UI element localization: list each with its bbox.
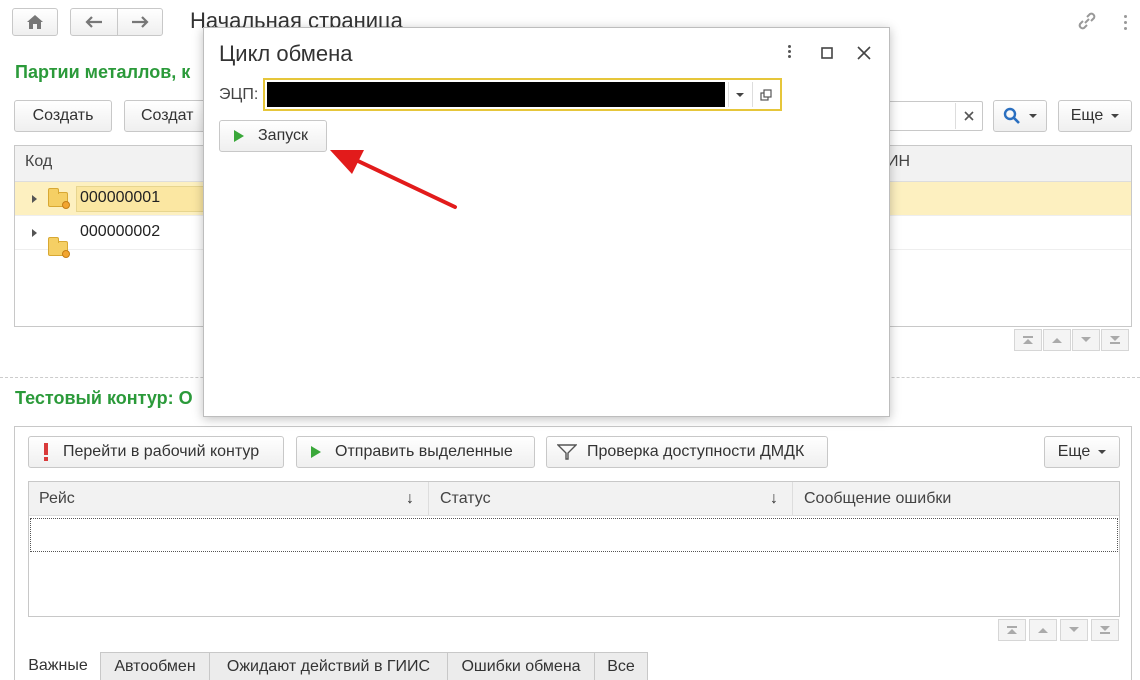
create-button[interactable]: Создать — [14, 100, 112, 132]
arrow-left-icon — [85, 16, 102, 28]
sort-down-icon: ↓ — [406, 490, 414, 507]
scroll-top-button[interactable] — [1014, 329, 1042, 351]
dialog-close-button[interactable] — [854, 43, 874, 63]
clear-icon — [963, 111, 974, 121]
chevron-down-icon — [1098, 450, 1107, 454]
table-row[interactable] — [30, 518, 1118, 552]
more-label-2: Еще — [1057, 443, 1091, 460]
expand-icon[interactable] — [32, 195, 37, 203]
scroll-up-button-2[interactable] — [1029, 619, 1057, 641]
play-icon — [311, 446, 321, 458]
column-header-status-label: Статус — [440, 490, 491, 507]
column-header-flight[interactable]: Рейс ↓ — [29, 482, 429, 516]
ecp-open-button[interactable] — [752, 82, 778, 107]
column-header-error[interactable]: Сообщение ошибки — [794, 482, 1119, 516]
scroll-bottom-button-2[interactable] — [1091, 619, 1119, 641]
ecp-label: ЭЦП: — [219, 86, 259, 103]
start-label: Запуск — [258, 127, 309, 144]
scroll-top-button-2[interactable] — [998, 619, 1026, 641]
scroll-down-button[interactable] — [1072, 329, 1100, 351]
scroll-bottom-icon — [1110, 336, 1120, 344]
close-icon — [857, 46, 871, 60]
arrow-right-icon — [132, 16, 149, 28]
chevron-down-icon — [735, 92, 744, 97]
scroll-down-icon — [1069, 627, 1079, 632]
send-selected-label: Отправить выделенные — [335, 443, 513, 460]
open-icon — [759, 88, 772, 101]
more-button-2[interactable]: Еще — [1044, 436, 1120, 468]
column-header-status[interactable]: Статус ↓ — [430, 482, 793, 516]
filter-icon — [557, 444, 577, 460]
scroll-up-button[interactable] — [1043, 329, 1071, 351]
folder-icon — [48, 188, 70, 209]
scroll-top-icon — [1007, 626, 1017, 634]
tab-exchange-errors[interactable]: Ошибки обмена — [447, 652, 595, 680]
ecp-value[interactable] — [267, 82, 725, 107]
send-selected-button[interactable]: Отправить выделенные — [296, 436, 535, 468]
create-group-button[interactable]: Создат — [124, 100, 214, 132]
column-header-right[interactable]: ИН — [887, 153, 910, 171]
scroll-up-icon — [1052, 338, 1062, 343]
ecp-dropdown-button[interactable] — [728, 82, 750, 107]
back-button[interactable] — [70, 8, 118, 36]
tab-all[interactable]: Все — [594, 652, 648, 680]
tab-autoexchange[interactable]: Автообмен — [100, 652, 210, 680]
dialog-title: Цикл обмена — [219, 41, 353, 66]
dialog-menu-button[interactable] — [782, 42, 796, 64]
row-code: 000000002 — [80, 223, 161, 240]
link-button[interactable] — [1076, 10, 1100, 34]
chevron-down-icon — [1111, 114, 1120, 118]
dialog-maximize-button[interactable] — [818, 44, 836, 62]
link-icon — [1078, 12, 1096, 30]
tab-awaiting-giis[interactable]: Ожидают действий в ГИИС — [209, 652, 448, 680]
kebab-icon — [1123, 14, 1127, 18]
more-label: Еще — [1070, 107, 1104, 124]
column-header-error-label: Сообщение ошибки — [804, 490, 952, 507]
folder-icon — [48, 237, 70, 258]
row-code: 000000001 — [80, 189, 161, 206]
column-header-flight-label: Рейс — [39, 490, 75, 507]
start-button[interactable]: Запуск — [219, 120, 327, 152]
sort-down-icon: ↓ — [770, 490, 778, 507]
column-header-code[interactable]: Код — [25, 153, 52, 171]
check-dmdk-label: Проверка доступности ДМДК — [587, 443, 805, 460]
scroll-up-icon — [1038, 628, 1048, 633]
section2-title: Тестовый контур: О — [15, 388, 193, 408]
scroll-bottom-button[interactable] — [1101, 329, 1129, 351]
forward-button[interactable] — [117, 8, 163, 36]
more-button[interactable]: Еще — [1058, 100, 1132, 132]
annotation-arrow — [330, 150, 457, 209]
main-menu-button[interactable] — [1118, 10, 1132, 34]
maximize-icon — [821, 47, 833, 59]
search-clear-button[interactable] — [955, 103, 981, 129]
goto-work-contour-button[interactable]: Перейти в рабочий контур — [28, 436, 284, 468]
home-button[interactable] — [12, 8, 58, 36]
home-icon — [27, 15, 43, 29]
scroll-down-icon — [1081, 337, 1091, 342]
play-icon — [234, 130, 244, 142]
exclamation-icon — [44, 443, 48, 461]
goto-work-contour-label: Перейти в рабочий контур — [63, 443, 260, 460]
check-dmdk-button[interactable]: Проверка доступности ДМДК — [546, 436, 828, 468]
scroll-down-button-2[interactable] — [1060, 619, 1088, 641]
scroll-bottom-icon — [1100, 626, 1110, 634]
search-button[interactable] — [993, 100, 1047, 132]
scroll-top-icon — [1023, 336, 1033, 344]
kebab-icon — [787, 45, 791, 48]
section1-title: Партии металлов, к — [15, 62, 191, 82]
chevron-down-icon — [1029, 114, 1037, 118]
expand-icon[interactable] — [32, 229, 37, 237]
search-icon — [1003, 107, 1020, 124]
tab-important[interactable]: Важные — [16, 652, 100, 680]
